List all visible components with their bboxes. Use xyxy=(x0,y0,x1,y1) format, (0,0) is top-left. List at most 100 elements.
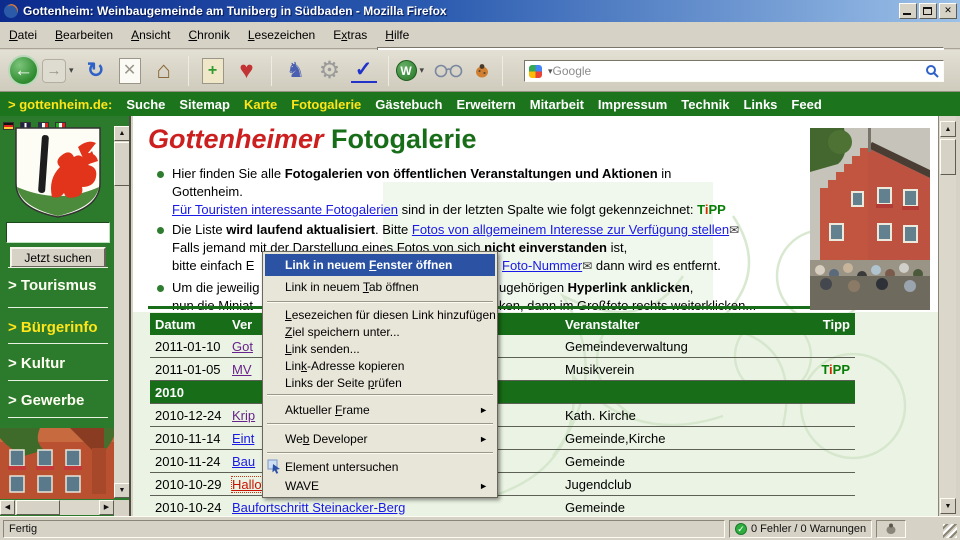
home-icon: ⌂ xyxy=(156,58,171,84)
menu-wave[interactable]: WAVE ► xyxy=(265,476,495,495)
glasses-icon-button[interactable] xyxy=(434,63,464,79)
gallery-link[interactable]: Bau xyxy=(232,454,255,469)
scroll-up-icon[interactable]: ▲ xyxy=(940,121,956,137)
menu-hilfe[interactable]: Hilfe xyxy=(376,25,418,45)
fotos-einreichen-link[interactable]: Fotos von allgemeinem Interesse zur Verf… xyxy=(412,222,729,237)
table-row: 2010-11-24 Bau Gemeinde xyxy=(150,450,855,473)
sidebar-divider xyxy=(8,380,108,381)
addon-status-panel[interactable] xyxy=(876,520,906,538)
gallery-link[interactable]: MV xyxy=(232,362,252,377)
menu-web-developer[interactable]: Web Developer ► xyxy=(265,428,495,449)
main-vertical-scrollbar[interactable]: ▲ ▼ xyxy=(938,116,956,516)
nav-technik[interactable]: Technik xyxy=(681,97,729,112)
forward-icon: → xyxy=(47,60,62,82)
menu-inspect-element[interactable]: Element untersuchen xyxy=(265,457,495,476)
foto-nummer-link[interactable]: Foto-Nummer xyxy=(502,258,582,273)
intro-line: Gottenheim. xyxy=(172,184,243,199)
reload-icon: ↻ xyxy=(87,58,105,84)
nav-gaestebuch[interactable]: Gästebuch xyxy=(375,97,442,112)
sidebar-horizontal-scrollbar[interactable]: ◀ ▶ xyxy=(0,500,114,515)
nav-mitarbeit[interactable]: Mitarbeit xyxy=(530,97,584,112)
home-button[interactable]: ⌂ xyxy=(151,58,177,84)
sidebar-search-input[interactable] xyxy=(6,222,110,243)
menu-current-frame[interactable]: Aktueller Frame ► xyxy=(265,399,495,420)
sidebar-item-tourismus[interactable]: > Tourismus xyxy=(8,277,97,294)
tipp-badge: TiPP xyxy=(815,362,850,377)
nav-fotogalerie[interactable]: Fotogalerie xyxy=(291,97,361,112)
resize-grip-icon[interactable] xyxy=(943,524,957,538)
sidebar-item-gewerbe[interactable]: > Gewerbe xyxy=(8,392,84,409)
title-bar[interactable]: Gottenheim: Weinbaugemeinde am Tuniberg … xyxy=(0,0,960,22)
scroll-up-icon[interactable]: ▲ xyxy=(114,126,130,141)
forward-button[interactable]: → xyxy=(42,59,66,83)
menu-copy-link-address[interactable]: Link-Adresse kopieren xyxy=(265,357,495,374)
close-icon: ✕ xyxy=(944,5,952,15)
menu-save-target[interactable]: Ziel speichern unter... xyxy=(265,323,495,340)
nav-karte[interactable]: Karte xyxy=(244,97,277,112)
google-engine-icon[interactable] xyxy=(529,65,542,78)
touristen-link[interactable]: Für Touristen interessante Fotogalerien xyxy=(172,202,398,217)
nav-feed[interactable]: Feed xyxy=(791,97,821,112)
intro-line: Die Liste wird laufend aktualisiert. Bit… xyxy=(172,222,739,237)
menu-open-new-window[interactable]: Link in neuem Fenster öffnen xyxy=(265,254,495,276)
nav-impressum[interactable]: Impressum xyxy=(598,97,667,112)
webdeveloper-button[interactable]: W xyxy=(396,60,417,81)
sidebar-item-buergerinfo[interactable]: > Bürgerinfo xyxy=(8,319,98,336)
menu-datei[interactable]: Datei xyxy=(0,25,46,45)
sidebar-item-kultur[interactable]: > Kultur xyxy=(8,355,65,372)
gallery-link[interactable]: Got xyxy=(232,339,253,354)
menu-lesezeichen[interactable]: Lesezeichen xyxy=(239,25,324,45)
scroll-thumb[interactable] xyxy=(114,142,130,186)
menu-separator xyxy=(267,301,493,303)
search-box[interactable]: ▾ xyxy=(524,60,944,82)
section-divider xyxy=(148,306,855,309)
scroll-left-icon[interactable]: ◀ xyxy=(0,500,15,515)
sidebar-divider xyxy=(8,267,108,268)
scroll-right-icon[interactable]: ▶ xyxy=(99,500,114,515)
close-button[interactable]: ✕ xyxy=(939,3,957,19)
validator-button[interactable]: ✓ xyxy=(351,59,377,83)
menu-chronik[interactable]: Chronik xyxy=(179,25,238,45)
error-console-panel[interactable]: ✓ 0 Fehler / 0 Warnungen xyxy=(729,520,872,538)
webdeveloper-dropdown-icon[interactable]: ▾ xyxy=(420,65,425,76)
seahorse-addon-button[interactable]: ♞ xyxy=(283,58,309,84)
back-button[interactable]: ← xyxy=(8,55,39,86)
menu-check-page-links[interactable]: Links der Seite prüfen xyxy=(265,374,495,391)
gear-icon: ⚙ xyxy=(319,58,341,84)
toolbar-separator xyxy=(271,56,272,86)
menu-extras[interactable]: Extras xyxy=(324,25,376,45)
scroll-down-icon[interactable]: ▼ xyxy=(940,498,956,514)
menu-send-link[interactable]: Link senden... xyxy=(265,340,495,357)
nav-suche[interactable]: Suche xyxy=(126,97,165,112)
search-input[interactable] xyxy=(553,64,925,78)
scroll-thumb[interactable] xyxy=(16,500,60,515)
gallery-link[interactable]: Krip xyxy=(232,408,255,423)
maximize-button[interactable] xyxy=(919,3,937,19)
intro-line-fragment: Foto-Nummer✉ dann wird es entfernt. xyxy=(502,258,721,273)
menu-open-new-tab[interactable]: Link in neuem Tab öffnen xyxy=(265,276,495,298)
menu-ansicht[interactable]: Ansicht xyxy=(122,25,179,45)
menu-bar: Datei Bearbeiten Ansicht Chronik Lesezei… xyxy=(0,22,960,49)
stop-button[interactable]: ✕ xyxy=(119,58,141,84)
bookmarks-button[interactable]: ♥ xyxy=(234,58,260,84)
nav-erweitern[interactable]: Erweitern xyxy=(456,97,515,112)
reload-button[interactable]: ↻ xyxy=(83,58,109,84)
gallery-link[interactable]: Eint xyxy=(232,431,254,446)
nav-links[interactable]: Links xyxy=(743,97,777,112)
scroll-down-icon[interactable]: ▼ xyxy=(114,483,130,498)
history-dropdown-icon[interactable]: ▾ xyxy=(69,65,74,76)
search-icon[interactable] xyxy=(925,64,939,78)
minimize-button[interactable] xyxy=(899,3,917,19)
menu-bookmark-link[interactable]: Lesezeichen für diesen Link hinzufügen xyxy=(265,306,495,323)
nav-sitemap[interactable]: Sitemap xyxy=(179,97,230,112)
gallery-table: Datum Ver Veranstalter Tipp 2011-01-10 G… xyxy=(150,313,855,516)
sidebar-search-button[interactable]: Jetzt suchen xyxy=(10,247,106,268)
gallery-link[interactable]: Baufortschritt Steinacker-Berg xyxy=(232,500,405,515)
new-tab-button[interactable]: + xyxy=(202,58,224,84)
sidebar-vertical-scrollbar[interactable]: ▲ ▼ xyxy=(114,126,130,498)
ladybug-addon-button[interactable] xyxy=(474,63,490,79)
intro-line-fragment: ugehörigen Hyperlink anklicken, xyxy=(499,280,693,295)
settings-button[interactable]: ⚙ xyxy=(317,58,343,84)
menu-bearbeiten[interactable]: Bearbeiten xyxy=(46,25,122,45)
scroll-thumb[interactable] xyxy=(940,139,956,175)
